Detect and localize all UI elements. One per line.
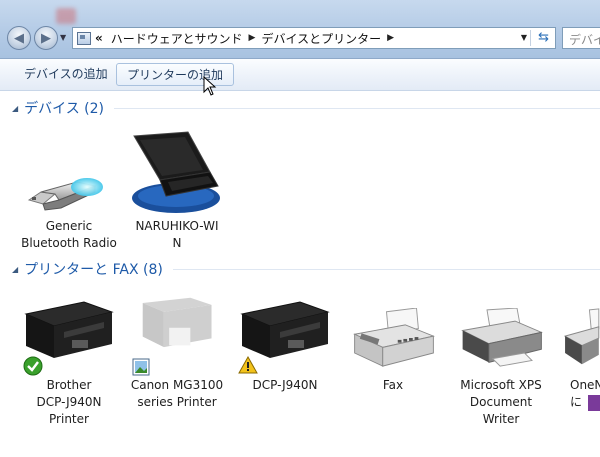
warning-icon	[238, 356, 258, 374]
printer-icon[interactable]	[456, 308, 548, 368]
printer-label: DCP-J940N	[252, 378, 318, 392]
photo-icon	[132, 358, 150, 376]
device-label: Generic Bluetooth Radio	[21, 219, 117, 250]
printer-dcp-j940n[interactable]: DCP-J940N	[230, 377, 340, 394]
printer-fax[interactable]: Fax	[338, 377, 448, 394]
printer-canon-mg3100[interactable]: Canon MG3100 series Printer	[122, 377, 232, 411]
breadcrumb-separator-icon[interactable]: ▶	[387, 33, 394, 43]
printer-icon[interactable]	[24, 300, 116, 360]
device-generic-bluetooth-radio[interactable]: Generic Bluetooth Radio	[14, 218, 124, 252]
command-bar: デバイスの追加 プリンターの追加	[0, 59, 600, 91]
forward-arrow-icon: ▶	[41, 30, 51, 46]
forward-button[interactable]: ▶	[34, 26, 58, 50]
search-input[interactable]: デバイ	[562, 27, 600, 49]
control-panel-icon	[77, 31, 91, 45]
address-dropdown-icon[interactable]: ▼	[521, 33, 527, 42]
add-device-button[interactable]: デバイスの追加	[14, 63, 118, 86]
printer-icon[interactable]	[562, 308, 600, 368]
default-check-icon	[23, 356, 43, 376]
breadcrumb-separator-icon[interactable]: ▶	[249, 33, 256, 43]
back-arrow-icon: ◀	[14, 30, 24, 46]
group-header-printers-fax[interactable]: ◢ プリンターと FAX (8)	[12, 259, 600, 279]
device-label: NARUHIKO-WI N	[135, 219, 219, 250]
printer-label: OneN に	[570, 378, 600, 409]
group-divider	[172, 268, 600, 270]
collapse-icon[interactable]: ◢	[12, 265, 18, 274]
printer-label: Fax	[382, 378, 404, 392]
back-button[interactable]: ◀	[7, 26, 31, 50]
printer-label: Canon MG3100 series Printer	[130, 378, 224, 409]
printer-icon[interactable]	[132, 296, 224, 356]
printer-icon[interactable]	[240, 300, 332, 360]
breadcrumb-overflow[interactable]: «	[95, 31, 103, 45]
usb-bluetooth-icon[interactable]	[25, 172, 105, 216]
group-title-devices: デバイス (2)	[24, 101, 105, 117]
breadcrumb-hardware-sound[interactable]: ハードウェアとサウンド	[111, 30, 243, 47]
group-header-devices[interactable]: ◢ デバイス (2)	[12, 98, 600, 118]
printer-brother-dcp-j940n[interactable]: Brother DCP-J940N Printer	[14, 377, 124, 428]
address-field[interactable]: « ハードウェアとサウンド ▶ デバイスとプリンター ▶ ▼ ⇆	[72, 27, 556, 49]
group-title-printers: プリンターと FAX (8)	[24, 262, 163, 278]
group-divider	[114, 107, 600, 109]
collapse-icon[interactable]: ◢	[12, 104, 18, 113]
address-divider	[530, 30, 531, 46]
refresh-icon[interactable]: ⇆	[538, 30, 549, 45]
printer-onenote[interactable]: OneN に	[560, 377, 600, 411]
mouse-cursor-icon	[203, 76, 217, 96]
fax-icon[interactable]	[348, 308, 440, 368]
device-naruhiko-win[interactable]: NARUHIKO-WI N	[122, 218, 232, 252]
printer-label: Microsoft XPS Document Writer	[460, 378, 542, 426]
printer-label: Brother DCP-J940N Printer	[36, 378, 102, 426]
breadcrumb-devices-printers[interactable]: デバイスとプリンター	[261, 30, 381, 47]
recent-pages-dropdown-icon[interactable]: ▼	[60, 33, 66, 42]
laptop-icon[interactable]	[130, 130, 222, 214]
window-glow	[56, 8, 76, 24]
printer-microsoft-xps[interactable]: Microsoft XPS Document Writer	[446, 377, 556, 428]
address-toolbar: ◀ ▶ ▼ « ハードウェアとサウンド ▶ デバイスとプリンター ▶ ▼ ⇆ デ…	[0, 0, 600, 59]
